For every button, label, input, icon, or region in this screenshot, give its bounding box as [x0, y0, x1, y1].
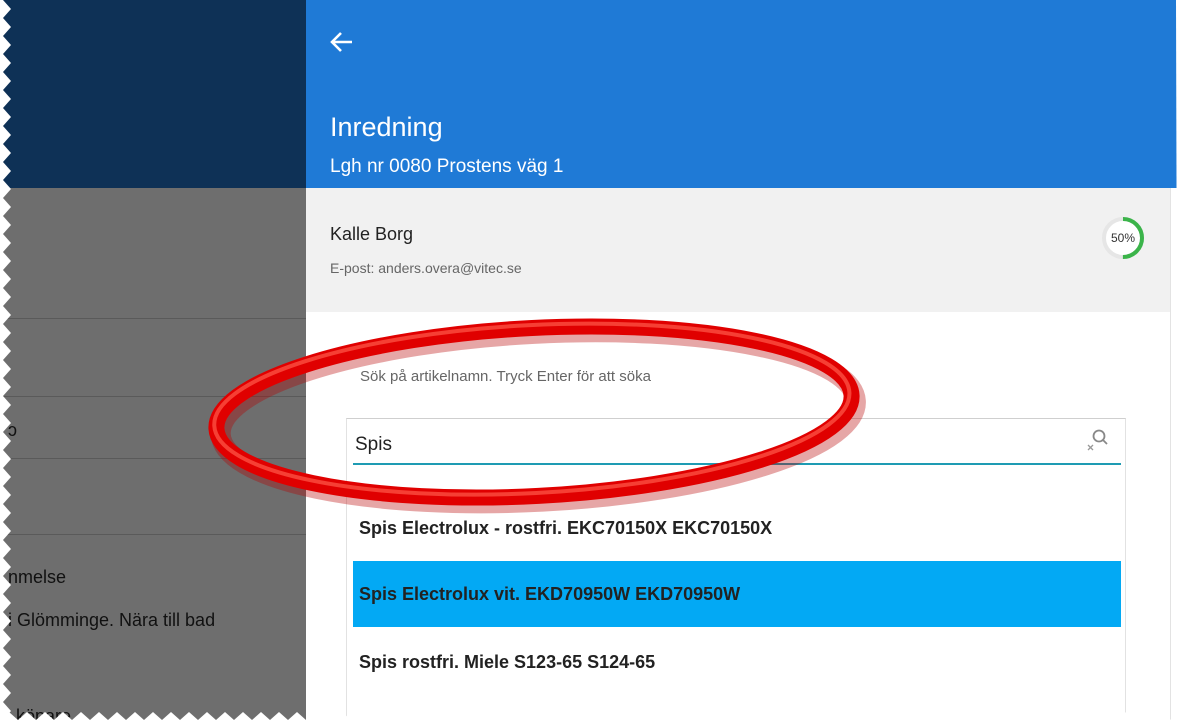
search-result-item-selected[interactable]: Spis Electrolux vit. EKD70950W EKD70950W [353, 561, 1121, 627]
background-app: ɔ nmelse i Glömminge. Nära till bad köpa… [0, 0, 306, 724]
user-name: Kalle Borg [330, 224, 414, 244]
background-label-fragment: köpare [16, 706, 72, 724]
search-clear-icon[interactable] [1084, 427, 1110, 455]
background-divider [0, 396, 306, 397]
search-box [346, 418, 1126, 466]
back-button[interactable] [326, 26, 366, 62]
dialog-header: Inredning Lgh nr 0080 Prostens väg 1 [306, 0, 1182, 188]
magnifier-icon [1087, 429, 1108, 451]
search-input[interactable] [355, 431, 1055, 459]
search-results-list: Spis Electrolux - rostfri. EKC70150X EKC… [346, 466, 1126, 724]
screenshot-stage: ɔ nmelse i Glömminge. Nära till bad köpa… [0, 0, 1182, 724]
user-info-strip: Kalle Borg E-post: anders.overa@vitec.se… [306, 188, 1170, 312]
background-divider [0, 458, 306, 459]
background-divider [0, 534, 306, 535]
background-divider [0, 318, 306, 319]
progress-label: 50% [1110, 231, 1136, 245]
arrow-left-icon [330, 32, 352, 52]
dialog-subtitle: Lgh nr 0080 Prostens väg 1 [330, 156, 564, 177]
search-result-item[interactable]: Spis Electrolux - rostfri. EKC70150X EKC… [353, 495, 1121, 561]
scrollbar[interactable] [1170, 188, 1182, 724]
background-header [0, 0, 306, 188]
search-underline [353, 463, 1121, 465]
inredning-dialog: Inredning Lgh nr 0080 Prostens väg 1 Kal… [306, 0, 1182, 724]
background-fragment: ɔ [8, 420, 17, 440]
search-hint: Sök på artikelnamn. Tryck Enter för att … [360, 368, 651, 385]
dialog-title: Inredning [330, 112, 443, 142]
background-value-fragment: i Glömminge. Nära till bad [8, 610, 216, 630]
search-result-item[interactable]: Spis rostfri. Miele S123-65 S124-65 [353, 629, 1121, 695]
background-label-fragment: nmelse [8, 567, 67, 587]
progress-ring: 50% [1099, 214, 1147, 262]
user-email: E-post: anders.overa@vitec.se [330, 260, 522, 276]
